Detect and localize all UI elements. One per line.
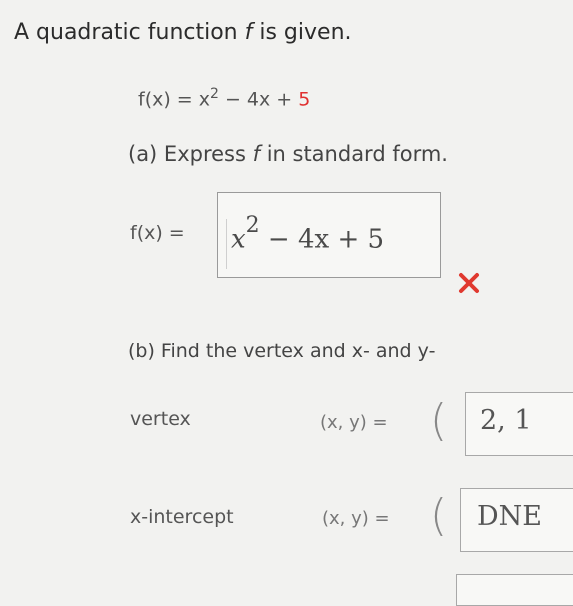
incorrect-x-icon	[458, 268, 480, 301]
x-intercept-open-paren: (	[430, 490, 448, 541]
given-lhs: f(x) = x	[138, 88, 211, 111]
vertex-answer-field[interactable]: 2, 1	[465, 392, 573, 456]
answer-exponent: 2	[245, 213, 260, 238]
title-text-end: is given.	[252, 20, 352, 45]
given-constant: 5	[298, 88, 311, 111]
x-intercept-answer-field[interactable]: DNE	[460, 488, 573, 552]
part-a-text: (a) Express	[128, 142, 253, 166]
answer-rest: − 4x + 5	[259, 224, 385, 255]
part-a-function-name: f	[252, 142, 261, 166]
vertex-label: vertex	[130, 408, 191, 430]
fx-label: f(x) =	[130, 222, 185, 244]
given-exponent: 2	[210, 86, 219, 102]
part-b-prompt: (b) Find the vertex and x- and y-	[128, 340, 436, 362]
vertex-xy-label: (x, y) =	[320, 412, 388, 433]
given-middle: − 4x +	[218, 88, 299, 111]
x-intercept-xy-label: (x, y) =	[322, 508, 390, 529]
part-a-prompt: (a) Express f in standard form.	[128, 142, 448, 166]
x-intercept-value: DNE	[477, 501, 542, 532]
y-intercept-answer-field[interactable]	[456, 574, 573, 606]
vertex-value: 2, 1	[480, 405, 532, 436]
title-text: A quadratic function	[14, 20, 245, 45]
problem-title: A quadratic function f is given.	[14, 20, 352, 45]
part-a-text-end: in standard form.	[260, 142, 448, 166]
given-function: f(x) = x2 − 4x + 5	[138, 86, 310, 110]
answer-base: x	[231, 224, 246, 255]
x-intercept-label: x-intercept	[130, 506, 234, 528]
standard-form-answer-field[interactable]: x2 − 4x + 5	[217, 192, 441, 278]
answer-expression[interactable]: x2 − 4x + 5	[226, 213, 431, 269]
vertex-open-paren: (	[430, 395, 448, 446]
incorrect-x-icon-svg	[459, 273, 479, 293]
